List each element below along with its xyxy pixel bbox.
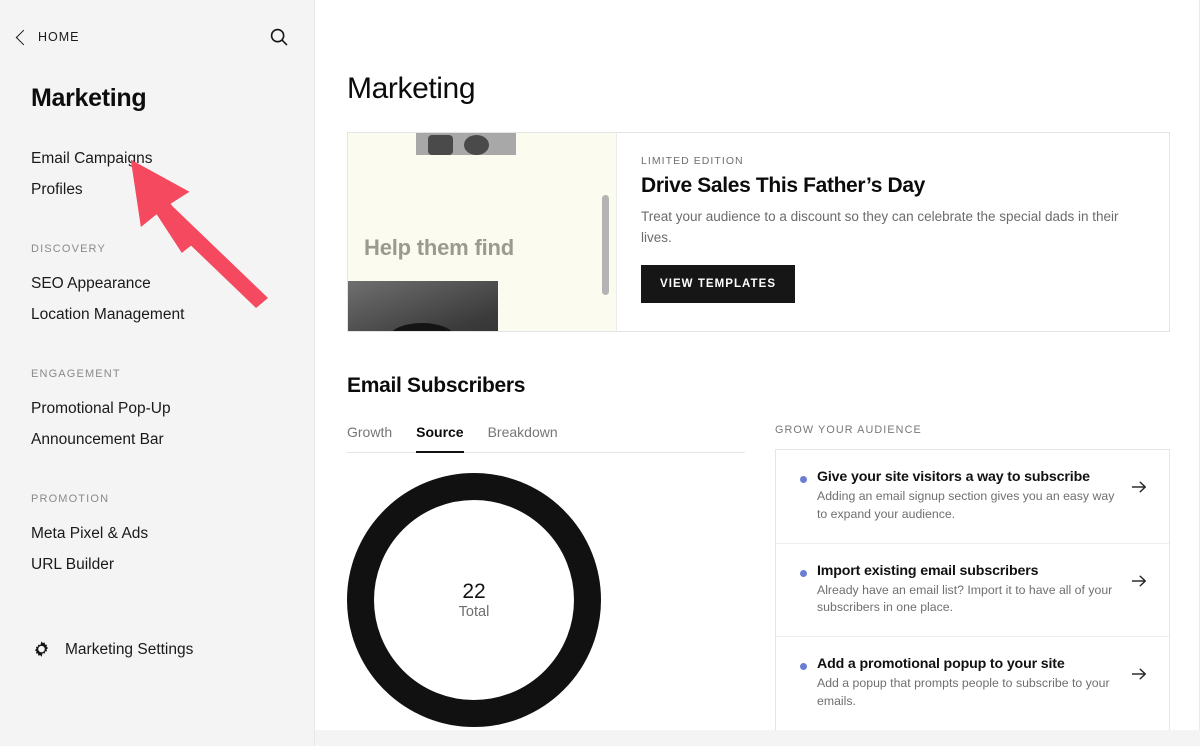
arrow-right-icon[interactable] — [1129, 477, 1149, 497]
sidebar-item-url-builder[interactable]: URL Builder — [0, 549, 314, 580]
search-icon[interactable] — [268, 26, 290, 48]
banner-title: Drive Sales This Father’s Day — [641, 174, 925, 197]
preview-scrollbar[interactable] — [602, 195, 609, 295]
grow-audience-label: GROW YOUR AUDIENCE — [775, 424, 922, 436]
arrow-right-icon[interactable] — [1129, 664, 1149, 684]
sidebar-group-promotion-label: PROMOTION — [31, 493, 110, 505]
preview-thumb-b — [464, 135, 489, 155]
sidebar-header: HOME — [0, 0, 314, 74]
sidebar-title: Marketing — [31, 84, 147, 112]
subscribers-chart-column: Growth Source Breakdown 22 Total — [347, 424, 745, 743]
gear-icon — [34, 641, 49, 657]
preview-image-top — [416, 133, 516, 155]
sidebar-settings-label: Marketing Settings — [65, 640, 194, 658]
sidebar-group-discovery-label: DISCOVERY — [31, 243, 106, 255]
arrow-right-icon[interactable] — [1129, 571, 1149, 591]
footer-band — [315, 730, 1200, 746]
marketing-page: HOME Marketing Email Campaigns Profiles … — [0, 0, 1200, 746]
promo-banner-card: Help them find LIMITED EDITION Drive Sal… — [347, 132, 1170, 332]
tab-growth[interactable]: Growth — [347, 424, 392, 452]
sidebar-item-promotional-popup[interactable]: Promotional Pop-Up — [0, 393, 314, 424]
subscribers-tabs: Growth Source Breakdown — [347, 424, 745, 453]
grow-item-description: Adding an email signup section gives you… — [817, 489, 1115, 521]
grow-item-description: Already have an email list? Import it to… — [817, 582, 1113, 615]
sidebar-item-meta-pixel-ads[interactable]: Meta Pixel & Ads — [0, 518, 314, 549]
sidebar: HOME Marketing Email Campaigns Profiles … — [0, 0, 315, 746]
grow-item-title: Add a promotional popup to your site — [817, 656, 1065, 673]
back-to-home-label: HOME — [38, 30, 80, 44]
sidebar-group-engagement-label: ENGAGEMENT — [31, 368, 121, 380]
view-templates-button[interactable]: VIEW TEMPLATES — [641, 264, 796, 303]
sidebar-item-email-campaigns[interactable]: Email Campaigns — [0, 143, 314, 174]
grow-item-title: Import existing email subscribers — [817, 562, 1039, 579]
bullet-icon — [800, 569, 807, 577]
main-content: Marketing Help them find LIMITED EDITION — [315, 0, 1200, 746]
sidebar-nav: Email Campaigns Profiles DISCOVERY SEO A… — [0, 113, 314, 580]
grow-item-promotional-popup[interactable]: Add a promotional popup to your site Add… — [776, 636, 1169, 730]
grow-item-text: Give your site visitors a way to subscri… — [817, 469, 1119, 524]
preview-image-bottom — [348, 281, 498, 331]
sidebar-item-seo-appearance[interactable]: SEO Appearance — [0, 268, 314, 299]
main-inner: Marketing Help them find LIMITED EDITION — [315, 0, 1200, 743]
donut-center-label: 22 Total — [347, 473, 601, 727]
sidebar-item-marketing-settings[interactable]: Marketing Settings — [31, 639, 193, 660]
tab-breakdown[interactable]: Breakdown — [488, 424, 558, 452]
preview-headline: Help them find — [364, 235, 514, 260]
grow-item-text: Import existing email subscribers Alread… — [817, 563, 1119, 618]
sidebar-item-location-management[interactable]: Location Management — [0, 299, 314, 330]
grow-item-description: Add a popup that prompts people to subsc… — [817, 676, 1110, 709]
grow-audience-card: Give your site visitors a way to subscri… — [775, 449, 1170, 731]
bullet-icon — [800, 476, 807, 483]
banner-description: Treat your audience to a discount so the… — [641, 209, 1119, 245]
preview-thumb-a — [428, 135, 453, 155]
section-title-email-subscribers: Email Subscribers — [347, 374, 526, 397]
grow-item-subscribe-section[interactable]: Give your site visitors a way to subscri… — [776, 450, 1169, 543]
grow-audience-column: GROW YOUR AUDIENCE Give your site visito… — [775, 424, 1170, 743]
subscribers-donut-chart: 22 Total — [347, 473, 745, 743]
preview-product-shape — [388, 323, 456, 331]
grow-item-text: Add a promotional popup to your site Add… — [817, 656, 1119, 711]
donut-total-value: 22 — [462, 579, 486, 603]
chevron-left-icon — [15, 29, 32, 45]
banner-template-preview[interactable]: Help them find — [348, 133, 616, 331]
page-title: Marketing — [347, 72, 476, 105]
banner-eyebrow: LIMITED EDITION — [641, 155, 744, 167]
tab-source[interactable]: Source — [416, 424, 465, 453]
banner-body: LIMITED EDITION Drive Sales This Father’… — [616, 133, 1169, 331]
subscribers-columns: Growth Source Breakdown 22 Total GROW YO… — [347, 398, 1170, 743]
grow-item-import-subscribers[interactable]: Import existing email subscribers Alread… — [776, 542, 1169, 637]
donut-total-label: Total — [458, 604, 490, 621]
sidebar-item-profiles[interactable]: Profiles — [0, 174, 314, 205]
bullet-icon — [800, 663, 807, 671]
back-to-home-link[interactable]: HOME — [15, 29, 80, 45]
sidebar-item-announcement-bar[interactable]: Announcement Bar — [0, 424, 314, 455]
grow-item-title: Give your site visitors a way to subscri… — [817, 469, 1090, 485]
